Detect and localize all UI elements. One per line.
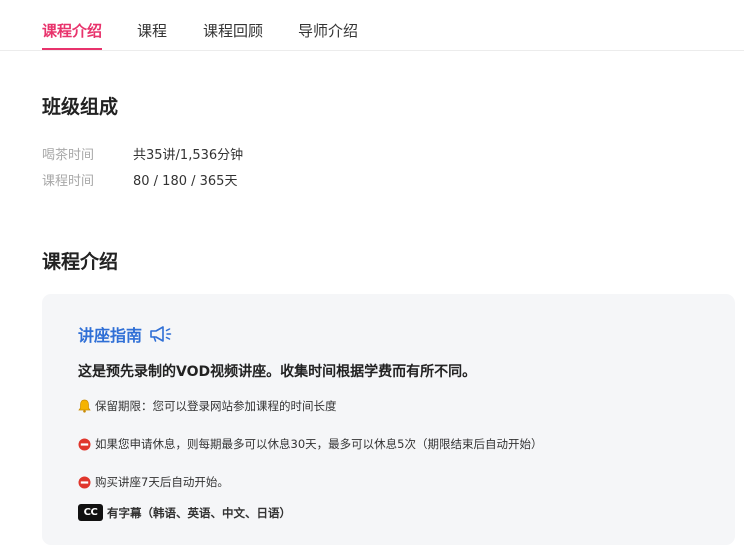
active-tab-indicator <box>42 48 102 50</box>
tab-course-intro[interactable]: 课程介绍 <box>42 20 102 41</box>
tab-instructor-intro[interactable]: 导师介绍 <box>298 20 358 41</box>
guide-item-autostart: 购买讲座7天后自动开始。 <box>78 474 229 490</box>
guide-item-text: 保留期限：您可以登录网站参加课程的时间长度 <box>95 399 337 413</box>
bell-icon <box>78 399 91 413</box>
guide-item-text: 如果您申请休息，则每期最多可以休息30天，最多可以休息5次（期限结束后自动开始） <box>95 437 543 451</box>
no-entry-icon <box>78 438 91 451</box>
guide-item-retention: 保留期限：您可以登录网站参加课程的时间长度 <box>78 398 337 414</box>
guide-item-break: 如果您申请休息，则每期最多可以休息30天，最多可以休息5次（期限结束后自动开始） <box>78 436 542 452</box>
guide-item-text: 有字幕（韩语、英语、中文、日语） <box>107 505 291 520</box>
cc-icon: CC <box>78 504 103 521</box>
info-label: 喝茶时间 <box>42 148 95 163</box>
guide-title-text: 讲座指南 <box>78 326 143 345</box>
info-row-course-time: 课程时间 80 / 180 / 365天 <box>42 170 237 189</box>
tab-bar: 课程介绍 课程 课程回顾 导师介绍 <box>0 0 744 51</box>
guide-item-text: 购买讲座7天后自动开始。 <box>95 475 229 489</box>
guide-title: 讲座指南 <box>78 322 174 346</box>
guide-item-subtitles: CC 有字幕（韩语、英语、中文、日语） <box>78 504 291 521</box>
course-detail-page: 课程介绍 课程 课程回顾 导师介绍 班级组成 喝茶时间 共35讲/1,536分钟 … <box>0 0 744 550</box>
guide-lead-text: 这是预先录制的VOD视频讲座。收集时间根据学费而有所不同。 <box>78 364 477 380</box>
info-label: 课程时间 <box>42 174 95 189</box>
tab-course[interactable]: 课程 <box>137 20 167 41</box>
info-value: 共35讲/1,536分钟 <box>133 148 244 163</box>
intro-section-title: 课程介绍 <box>42 251 119 273</box>
no-entry-icon <box>78 476 91 489</box>
tab-course-review[interactable]: 课程回顾 <box>203 20 263 41</box>
megaphone-icon <box>148 325 174 343</box>
info-value: 80 / 180 / 365天 <box>133 174 238 189</box>
lecture-guide-box: 讲座指南 这是预先录制的VOD视频讲座。收集时间根据学费而有所不同。 保留期限：… <box>42 294 735 545</box>
class-section-title: 班级组成 <box>42 96 119 118</box>
info-row-tea-time: 喝茶时间 共35讲/1,536分钟 <box>42 144 243 163</box>
